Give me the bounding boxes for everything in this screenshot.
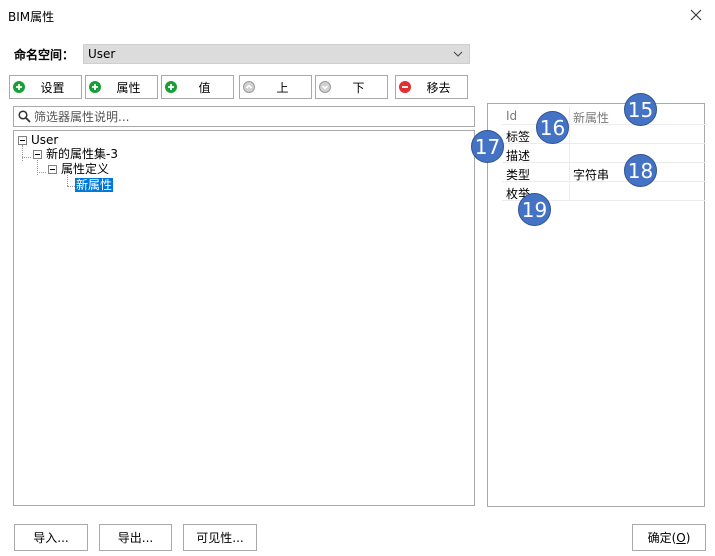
tree-node-property-definition[interactable]: 属性定义 xyxy=(61,162,109,176)
property-key: 类型 xyxy=(506,168,531,182)
add-value-button-label: 值 xyxy=(198,80,211,95)
ok-button[interactable]: 确定(O) xyxy=(632,524,706,551)
annotation-badge: 19 xyxy=(518,193,551,226)
annotation-badge: 17 xyxy=(471,130,504,163)
add-property-button-label: 属性 xyxy=(116,80,141,95)
search-icon xyxy=(18,110,31,123)
tree-node-root[interactable]: User xyxy=(31,133,58,147)
ok-button-suffix: ) xyxy=(685,530,691,545)
annotation-badge: 15 xyxy=(624,93,657,126)
annotation-badge: 18 xyxy=(624,154,657,187)
tree-line xyxy=(67,186,75,187)
import-button[interactable]: 导入... xyxy=(14,524,88,551)
namespace-dropdown[interactable]: User xyxy=(83,44,470,64)
property-key: Id xyxy=(506,109,518,123)
property-row[interactable]: 类型 字符串 xyxy=(502,163,705,182)
namespace-value: User xyxy=(88,47,116,61)
annotation-badge: 16 xyxy=(536,111,569,144)
remove-button[interactable]: 移去 xyxy=(395,75,468,99)
visibility-button[interactable]: 可见性... xyxy=(183,524,257,551)
set-button[interactable]: 设置 xyxy=(9,75,82,99)
property-row[interactable]: Id 新属性 xyxy=(502,106,705,125)
ok-button-hotkey: O xyxy=(676,530,686,545)
export-button[interactable]: 导出... xyxy=(99,524,172,551)
window-title: BIM属性 xyxy=(8,10,55,24)
add-property-button[interactable]: 属性 xyxy=(85,75,158,99)
remove-button-label: 移去 xyxy=(426,80,451,95)
set-button-label: 设置 xyxy=(40,80,65,95)
tree-node-property-set[interactable]: 新的属性集-3 xyxy=(46,147,118,161)
tree-node-selected-property[interactable]: 新属性 xyxy=(75,178,114,192)
move-up-button[interactable]: 上 xyxy=(239,75,312,99)
tree-line xyxy=(22,157,31,158)
ok-button-prefix: 确定( xyxy=(647,531,677,545)
collapse-icon[interactable] xyxy=(33,150,42,159)
property-key: 描述 xyxy=(506,149,531,163)
filter-input[interactable] xyxy=(34,108,464,125)
add-value-button[interactable]: 值 xyxy=(161,75,234,99)
namespace-label: 命名空间： xyxy=(14,48,75,62)
property-row[interactable]: 描述 xyxy=(502,144,705,163)
property-tree[interactable]: User 新的属性集-3 属性定义 新属性 xyxy=(13,130,475,506)
collapse-icon[interactable] xyxy=(18,136,27,145)
property-value: 新属性 xyxy=(573,111,610,125)
property-value: 字符串 xyxy=(573,168,610,182)
filter-box xyxy=(13,106,475,127)
collapse-icon[interactable] xyxy=(48,165,57,174)
move-down-button[interactable]: 下 xyxy=(315,75,388,99)
properties-panel: Id 新属性 标签 描述 类型 字符串 枚举 xyxy=(487,103,705,507)
close-button[interactable] xyxy=(685,4,707,26)
close-icon xyxy=(690,9,702,21)
tree-line xyxy=(37,172,46,173)
move-down-button-label: 下 xyxy=(352,80,365,95)
move-up-button-label: 上 xyxy=(276,80,289,95)
tree-line xyxy=(67,175,68,186)
chevron-down-icon xyxy=(453,46,463,67)
property-key: 标签 xyxy=(506,130,531,144)
title-bar: BIM属性 xyxy=(0,0,715,30)
tree-line xyxy=(22,145,23,161)
property-row[interactable]: 标签 xyxy=(502,125,705,144)
